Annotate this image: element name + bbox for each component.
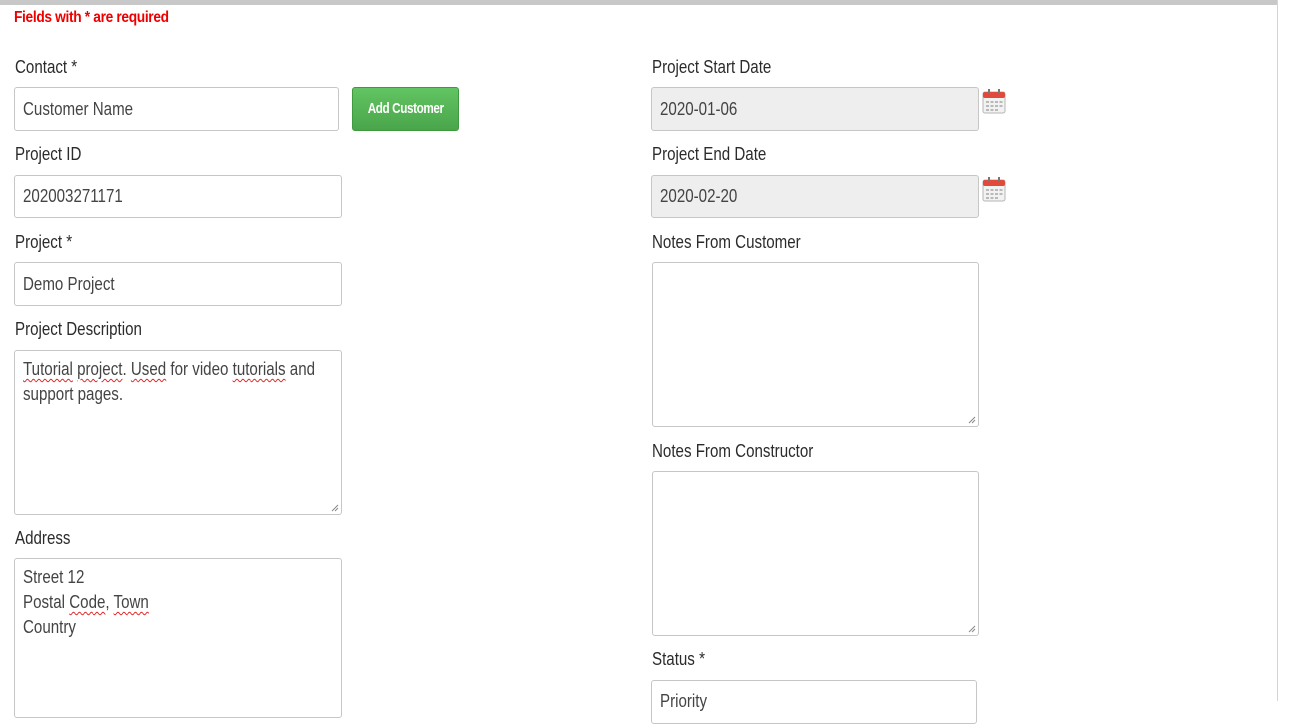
- project-id-label: Project ID: [15, 144, 82, 164]
- description-line-1: Tutorial project. Used for video tutoria…: [23, 359, 316, 379]
- start-date-label: Project Start Date: [652, 57, 772, 77]
- status-select[interactable]: Priority: [651, 680, 977, 724]
- address-line-3: Country: [23, 617, 76, 637]
- project-description-label: Project Description: [15, 319, 142, 339]
- project-description-textarea[interactable]: Tutorial project. Used for video tutoria…: [14, 350, 342, 515]
- project-id-input[interactable]: 202003271171: [14, 175, 342, 218]
- address-label: Address: [15, 528, 71, 548]
- status-value: Priority: [660, 691, 708, 711]
- required-fields-note: Fields with * are required: [14, 9, 169, 26]
- right-border: [1277, 0, 1278, 701]
- address-line-1: Street 12: [23, 567, 85, 587]
- notes-customer-textarea[interactable]: [652, 262, 979, 427]
- resize-grip-icon[interactable]: [331, 504, 339, 512]
- address-textarea[interactable]: Street 12 Postal Code, Town Country: [14, 558, 342, 718]
- notes-customer-label: Notes From Customer: [652, 232, 801, 252]
- calendar-icon[interactable]: [982, 88, 1006, 114]
- address-line-2: Postal Code, Town: [23, 592, 149, 612]
- project-label: Project *: [15, 232, 73, 252]
- end-date-label: Project End Date: [652, 144, 767, 164]
- contact-value: Customer Name: [23, 99, 134, 119]
- contact-label: Contact *: [15, 57, 78, 77]
- calendar-icon[interactable]: [982, 176, 1006, 202]
- project-input[interactable]: Demo Project: [14, 262, 342, 306]
- description-line-2: support pages.: [23, 384, 124, 404]
- add-customer-label: Add Customer: [367, 100, 444, 117]
- notes-constructor-textarea[interactable]: [652, 471, 979, 636]
- add-customer-button[interactable]: Add Customer: [352, 87, 459, 131]
- resize-grip-icon[interactable]: [968, 625, 976, 633]
- project-value: Demo Project: [23, 274, 115, 294]
- start-date-input[interactable]: 2020-01-06: [651, 87, 979, 131]
- notes-constructor-label: Notes From Constructor: [652, 441, 814, 461]
- contact-input[interactable]: Customer Name: [14, 87, 339, 131]
- status-label: Status *: [652, 649, 705, 669]
- end-date-value: 2020-02-20: [660, 186, 738, 206]
- resize-grip-icon[interactable]: [968, 416, 976, 424]
- top-border: [0, 0, 1278, 5]
- start-date-value: 2020-01-06: [660, 99, 738, 119]
- project-id-value: 202003271171: [23, 186, 123, 206]
- end-date-input[interactable]: 2020-02-20: [651, 175, 979, 218]
